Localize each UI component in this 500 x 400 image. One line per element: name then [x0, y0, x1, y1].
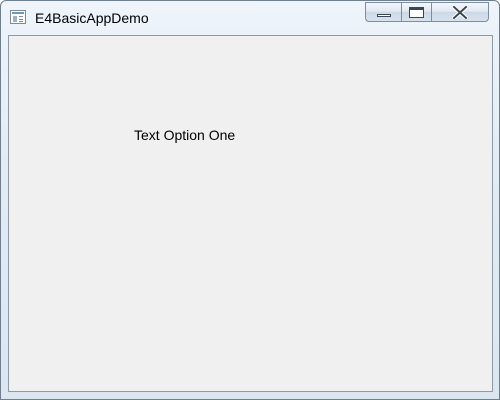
close-button[interactable]	[431, 2, 489, 22]
maximize-icon	[409, 7, 424, 18]
app-window-icon[interactable]	[10, 10, 26, 24]
window-title: E4BasicAppDemo	[35, 10, 149, 26]
window-content-area: Text Option One	[8, 35, 493, 392]
minimize-icon	[377, 14, 391, 17]
window-controls	[365, 2, 489, 23]
title-bar[interactable]: E4BasicAppDemo	[1, 1, 499, 34]
application-window: E4BasicAppDemo Text Option One	[0, 0, 500, 400]
close-icon	[432, 3, 488, 21]
minimize-button[interactable]	[365, 2, 401, 22]
maximize-button[interactable]	[401, 2, 431, 22]
text-option-label: Text Option One	[134, 127, 236, 143]
